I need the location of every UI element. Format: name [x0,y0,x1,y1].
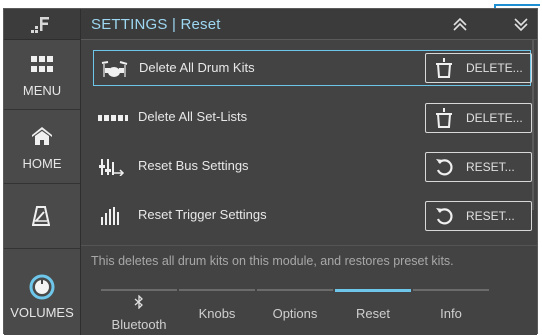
set-list-icon [98,115,128,121]
home-icon [32,127,52,145]
tab-label: Info [440,306,462,321]
button-label: RESET... [466,209,515,223]
button-label: DELETE... [466,61,523,75]
button-label: DELETE... [466,111,523,125]
button-label: RESET... [466,160,515,174]
reset-arrow-icon [436,208,453,225]
tab-bluetooth[interactable]: Bluetooth [101,289,177,335]
module-screen: MENU HOME VOLUMES SETTINGS | Reset Delet… [3,8,538,335]
settings-row-delete-kits[interactable]: Delete All Drum Kits DELETE... [93,50,532,86]
reset-trigger-button[interactable]: RESET... [425,201,532,231]
tab-label: Knobs [198,306,236,321]
bluetooth-icon [134,295,143,309]
sidebar-item-label: VOLUMES [10,305,74,320]
sidebar: MENU HOME VOLUMES [4,9,81,335]
tab-reset[interactable]: Reset [335,289,411,335]
tab-indicator [101,289,177,291]
volume-knob-icon [29,274,55,300]
sidebar-item-menu[interactable]: MENU [4,40,80,110]
tab-label: Options [272,306,318,321]
sidebar-item-volumes[interactable]: VOLUMES [4,249,80,335]
delete-set-lists-button[interactable]: DELETE... [425,103,532,133]
scroll-up-icon[interactable] [452,17,468,31]
bus-mixer-icon [99,159,125,176]
sidebar-item-home[interactable]: HOME [4,110,80,184]
logo-f-icon [31,17,49,33]
scrollbar[interactable] [532,40,534,210]
divider [81,245,537,246]
settings-row-delete-setlists[interactable]: Delete All Set-Lists DELETE... [93,100,532,136]
row-label: Reset Trigger Settings [138,207,267,222]
row-label: Delete All Drum Kits [139,60,255,75]
trigger-bars-icon [101,207,119,225]
tab-knobs[interactable]: Knobs [179,289,255,335]
trash-icon [436,58,452,78]
sidebar-item-metronome[interactable] [4,184,80,249]
trash-icon [436,108,452,128]
tab-indicator [257,289,333,291]
settings-row-reset-bus[interactable]: Reset Bus Settings RESET... [93,149,532,185]
tab-indicator-active [335,289,411,292]
settings-row-reset-trigger[interactable]: Reset Trigger Settings RESET... [93,198,532,234]
settings-panel: Delete All Drum Kits DELETE... Delete Al… [81,40,537,335]
sidebar-item-label: HOME [22,156,62,171]
tab-label: Reset [356,306,390,321]
description-text: This deletes all drum kits on this modul… [91,254,454,268]
tab-indicator [413,289,489,291]
tab-options[interactable]: Options [257,289,333,335]
scroll-down-icon[interactable] [513,18,529,32]
tab-info[interactable]: Info [413,289,489,335]
delete-drum-kits-button[interactable]: DELETE... [425,53,532,83]
tab-indicator [179,289,255,291]
title-bar: SETTINGS | Reset [81,9,537,40]
row-label: Delete All Set-Lists [138,109,248,124]
metronome-icon [32,206,50,226]
reset-arrow-icon [436,159,453,176]
drum-kit-icon [101,61,128,77]
tab-bar: Bluetooth Knobs Options Reset Info [101,289,491,335]
reset-bus-button[interactable]: RESET... [425,152,532,182]
row-label: Reset Bus Settings [138,158,249,173]
callout-line [494,4,540,6]
page-title: SETTINGS | Reset [91,16,221,33]
grid-menu-icon [31,56,53,72]
brand-logo [4,9,80,40]
sidebar-item-label: MENU [22,83,62,98]
tab-label: Bluetooth [111,317,167,332]
